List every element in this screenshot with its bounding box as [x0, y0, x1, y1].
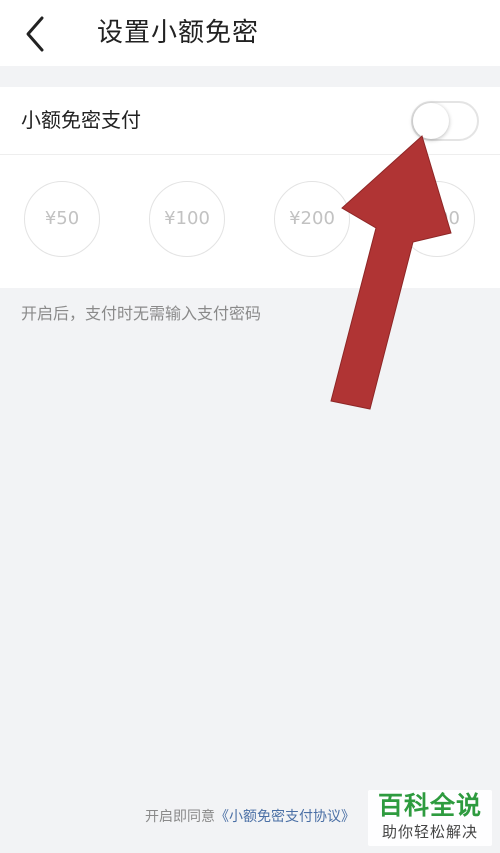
watermark-sub: 助你轻松解决	[381, 823, 478, 841]
toggle-knob	[413, 103, 449, 139]
amount-option-100[interactable]: ¥100	[149, 181, 225, 257]
amount-option-200[interactable]: ¥200	[274, 181, 350, 257]
agreement-prefix: 开启即同意	[145, 809, 215, 825]
amount-option-50[interactable]: ¥50	[24, 181, 100, 257]
small-amount-row: 小额免密支付	[0, 87, 500, 155]
settings-card: 小额免密支付 ¥50 ¥100 ¥200 ¥500	[0, 87, 500, 288]
info-note: 开启后，支付时无需输入支付密码	[21, 304, 262, 323]
header-bar: 设置小额免密	[0, 0, 500, 66]
small-amount-toggle[interactable]	[411, 101, 479, 141]
watermark-main: 百科全说	[377, 791, 482, 820]
back-button[interactable]	[18, 14, 54, 54]
amount-options: ¥50 ¥100 ¥200 ¥500	[0, 155, 500, 288]
agreement-link[interactable]: 《小额免密支付协议》	[215, 809, 355, 825]
page-title: 设置小额免密	[97, 18, 260, 48]
amount-option-500[interactable]: ¥500	[399, 181, 475, 257]
watermark-logo: 百科全说 助你轻松解决	[368, 790, 492, 846]
chevron-left-icon	[26, 16, 44, 52]
toggle-label: 小额免密支付	[21, 108, 141, 132]
